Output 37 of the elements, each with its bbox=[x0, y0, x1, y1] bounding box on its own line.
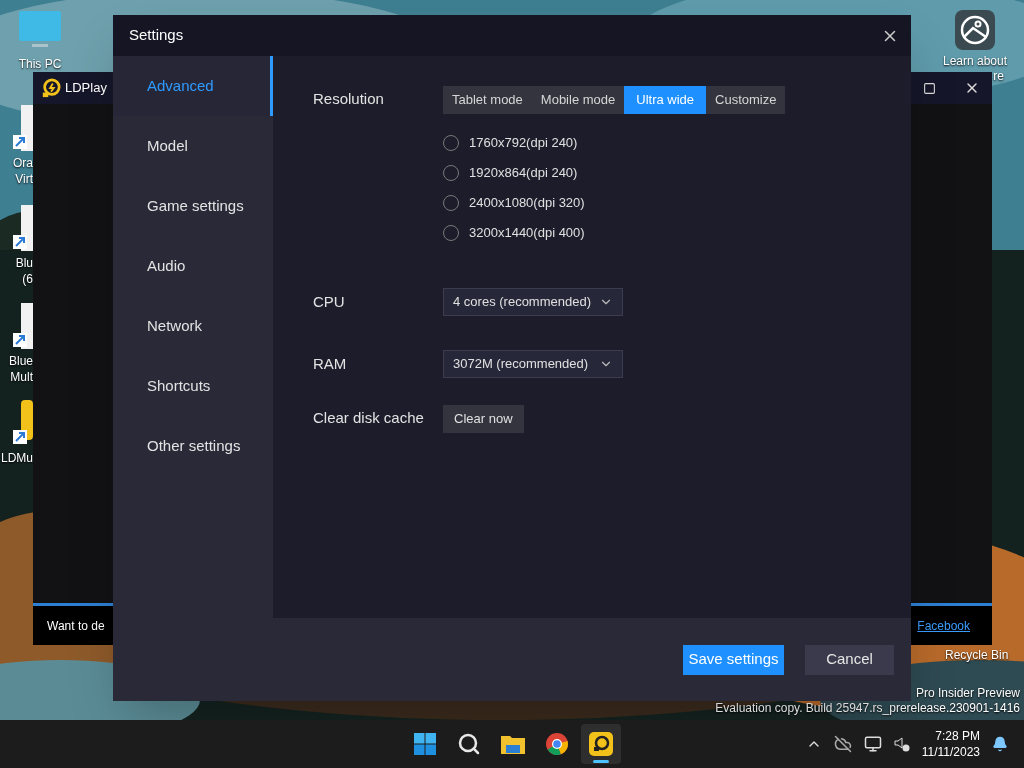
facebook-link[interactable]: Facebook bbox=[917, 616, 970, 635]
window-title: LDPlay bbox=[65, 79, 107, 98]
desktop-icon-label[interactable]: LDMu bbox=[1, 450, 33, 466]
sidebar-item[interactable]: Model bbox=[113, 116, 273, 176]
cpu-dropdown[interactable]: 4 cores (recommended) bbox=[443, 288, 623, 316]
mode-tab[interactable]: Tablet mode bbox=[443, 86, 532, 114]
os-watermark-text: Pro Insider Preview bbox=[915, 686, 1020, 701]
resolution-label: Resolution bbox=[313, 89, 385, 109]
cpu-label: CPU bbox=[313, 291, 346, 312]
mode-tab[interactable]: Mobile mode bbox=[531, 86, 625, 114]
desktop-icon-label[interactable]: Recycle Bin bbox=[945, 646, 1009, 664]
ram-label: RAM bbox=[313, 353, 348, 374]
sidebar-item[interactable]: Game settings bbox=[113, 176, 273, 236]
cancel-button[interactable]: Cancel bbox=[805, 644, 894, 675]
desktop-icon-label[interactable]: Blu bbox=[15, 255, 33, 271]
desktop-icon-label[interactable]: (6 bbox=[15, 271, 33, 287]
desktop-icon-label[interactable]: Virt bbox=[13, 171, 33, 187]
desktop-icon-label[interactable]: Blue bbox=[8, 353, 33, 369]
resolution-option: 1760x792(dpi 240) bbox=[469, 134, 578, 152]
clear-now-button[interactable]: Clear now bbox=[443, 405, 524, 433]
ram-dropdown[interactable]: 3072M (recommended) bbox=[443, 350, 623, 378]
sidebar-item[interactable]: Network bbox=[113, 296, 273, 356]
sidebar-item[interactable]: Shortcuts bbox=[113, 356, 273, 416]
clock-time[interactable]: 7:28 PM bbox=[935, 728, 980, 744]
clock-date[interactable]: 11/11/2023 bbox=[921, 744, 980, 760]
os-watermark-text: Evaluation copy. Build 25947.rs_prerelease.230901-1416 bbox=[715, 701, 1020, 716]
clear-cache-label: Clear disk cache bbox=[313, 408, 425, 428]
banner-text: Want to de bbox=[47, 617, 105, 635]
desktop-icon-label[interactable]: Ora bbox=[13, 155, 33, 171]
sidebar-item[interactable]: Audio bbox=[113, 236, 273, 296]
mode-tab[interactable]: Customize bbox=[706, 86, 786, 114]
sidebar-item[interactable]: Other settings bbox=[113, 416, 273, 476]
desktop-icon-label[interactable]: Mult bbox=[8, 369, 33, 385]
resolution-option: 3200x1440(dpi 400) bbox=[469, 224, 585, 242]
resolution-option: 1920x864(dpi 240) bbox=[469, 164, 578, 182]
dialog-title: Settings bbox=[129, 25, 184, 46]
resolution-option: 2400x1080(dpi 320) bbox=[469, 194, 585, 212]
